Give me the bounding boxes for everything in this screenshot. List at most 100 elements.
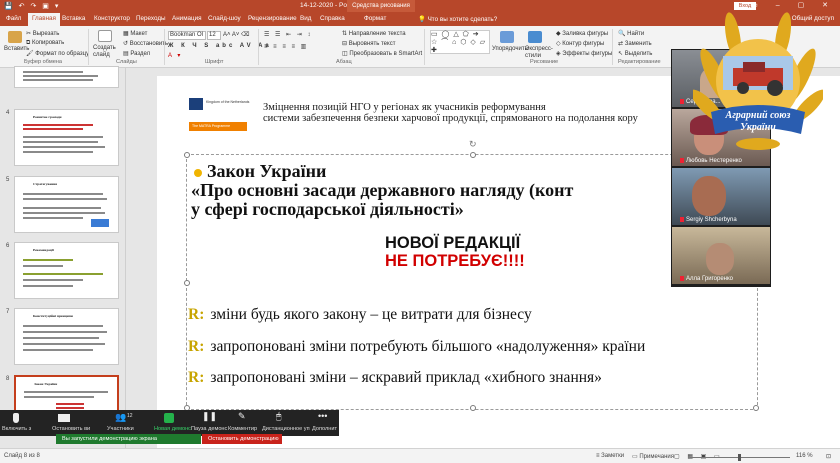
slide-number: 8 <box>6 376 10 382</box>
group-paragraph-label: Абзац <box>336 59 352 65</box>
text-direction-button[interactable]: ⇅ Направление текста <box>342 30 406 37</box>
shapes-gallery[interactable]: ▭ ◯ △ ⬠ ➔ ☆ ⌒ ⌂ ⬡ ◇ ▱ ✚ <box>430 30 490 54</box>
copy-button[interactable]: ⧉ Копировать <box>26 40 64 47</box>
mic-muted-icon <box>680 157 684 163</box>
select-label: Выделить <box>624 51 653 57</box>
section-button[interactable]: ▤ Раздел <box>123 50 150 57</box>
tab-insert[interactable]: Вставка <box>62 15 85 22</box>
new-share-button[interactable]: Новая демонс <box>154 426 191 432</box>
thumbnail-title: Розвиток громади <box>33 115 62 119</box>
shape-effects-button[interactable]: ◈ Эффекты фигуры <box>556 50 612 57</box>
find-button[interactable]: 🔍 Найти <box>618 30 644 37</box>
red-heading-line: НЕ ПОТРЕБУЄ!!!! <box>385 252 525 270</box>
more-button[interactable]: Дополнит <box>312 426 337 432</box>
replace-button[interactable]: ⇄ Заменить <box>618 40 652 47</box>
zoom-slider-thumb[interactable] <box>738 454 741 461</box>
slide-thumbnail[interactable]: Розвиток громади <box>14 109 119 166</box>
select-button[interactable]: ↖ Выделить <box>618 50 652 57</box>
slide-thumbnail[interactable]: Конституційні принципи <box>14 308 119 365</box>
participant-video[interactable]: Sergiy Shcherbyna <box>672 168 770 225</box>
tab-design[interactable]: Конструктор <box>94 15 130 22</box>
tab-file[interactable]: Файл <box>6 15 21 22</box>
group-font-label: Шрифт <box>205 59 224 65</box>
resize-handle[interactable] <box>470 152 476 158</box>
layout-button[interactable]: ▦ Макет <box>123 30 147 37</box>
font-family-select[interactable]: Bookman Ol <box>168 31 206 40</box>
slide-thumbnails-pane: 4 Розвиток громади 5 Стратегування 6 Рек… <box>0 66 126 448</box>
arrange-button[interactable]: Упорядочить <box>492 46 528 52</box>
r-marker: R: <box>188 306 205 323</box>
camera-icon[interactable] <box>58 414 70 422</box>
annotate-icon[interactable]: ✎ <box>238 411 248 421</box>
pause-share-button[interactable]: Пауза демонс <box>191 426 227 432</box>
tell-me-search[interactable]: 💡 Что вы хотите сделать? <box>418 15 497 23</box>
emblem-text-line2: України <box>740 122 776 133</box>
more-icon[interactable]: ••• <box>318 411 328 421</box>
cut-label: Вырезать <box>32 31 60 37</box>
slide-header: Зміцнення позицій НГО у регіонах як учас… <box>263 102 638 124</box>
font-style-buttons[interactable]: Ж К Ч S abc AV Aa <box>168 43 272 49</box>
new-slide-icon[interactable] <box>98 30 112 42</box>
tab-help[interactable]: Справка <box>320 15 345 22</box>
comments-button[interactable]: ▭ Примечания <box>632 453 674 460</box>
participant-count: 12 <box>127 413 133 419</box>
tab-review[interactable]: Рецензирование <box>248 15 297 22</box>
notes-button[interactable]: ≡ Заметки <box>596 453 624 459</box>
participants-button[interactable]: Участники <box>107 426 134 432</box>
tab-slideshow[interactable]: Слайд-шоу <box>208 15 241 22</box>
quick-access-toolbar[interactable]: 💾 ↶ ↷ ▣ ▾ <box>4 2 60 10</box>
reset-button[interactable]: ↺ Восстановить <box>123 40 168 47</box>
fit-slide-icon[interactable]: ⊡ <box>826 453 831 460</box>
microphone-icon[interactable] <box>13 413 19 423</box>
new-slide-button[interactable]: Создать слайд <box>93 45 121 59</box>
text-direction-label: Направление текста <box>348 31 406 37</box>
list-buttons[interactable]: ☰ ☰ ⇤ ⇥ ↕ <box>264 31 312 38</box>
r-point-text: запропоновані зміни потребують більшого … <box>210 338 646 355</box>
smartart-button[interactable]: ◫ Преобразовать в SmartArt <box>342 50 422 57</box>
shape-outline-button[interactable]: ◇ Контур фигуры <box>556 40 604 47</box>
tab-animations[interactable]: Анимация <box>172 15 202 22</box>
tab-transitions[interactable]: Переходы <box>136 15 166 22</box>
paste-icon[interactable] <box>8 31 22 43</box>
participants-icon[interactable]: 👥 <box>115 412 126 422</box>
stop-share-button[interactable]: Остановить демонстрацию <box>202 434 282 444</box>
resize-handle[interactable] <box>184 152 190 158</box>
font-size-select[interactable]: 12 <box>207 31 221 40</box>
slide-thumbnail[interactable]: Рекомендації <box>14 242 119 299</box>
arrange-icon[interactable] <box>500 31 514 43</box>
unmute-button[interactable]: Включить з <box>2 426 31 432</box>
ribbon-divider <box>612 29 613 65</box>
r-point: R: запропоновані зміни – яскравий приклад… <box>188 369 602 387</box>
resize-handle[interactable] <box>753 405 759 411</box>
tab-view[interactable]: Вид <box>300 15 311 22</box>
slide-thumbnail[interactable]: Стратегування <box>14 176 119 233</box>
rotate-handle-icon[interactable]: ↻ <box>469 139 477 150</box>
format-painter-button[interactable]: 🖌 Формат по образцу <box>26 50 89 57</box>
resize-handle[interactable] <box>470 405 476 411</box>
align-text-button[interactable]: ⊟ Выровнять текст <box>342 40 395 47</box>
tab-home[interactable]: Главная <box>28 13 60 26</box>
bullet-dot <box>194 169 202 177</box>
remote-control-icon[interactable]: 🖱 <box>276 411 286 421</box>
shape-outline-label: Контур фигуры <box>562 41 605 47</box>
pause-share-icon[interactable]: ❚❚ <box>202 411 217 421</box>
new-share-icon[interactable] <box>164 413 174 423</box>
screen-share-toolbar: Включить з Остановить ви 👥 12 Участники … <box>0 410 339 436</box>
font-grow-shrink-buttons[interactable]: A˄ A˅ ⌫ <box>223 31 250 38</box>
quick-styles-button[interactable]: Экспресс-стили <box>525 46 553 60</box>
resize-handle[interactable] <box>184 280 190 286</box>
shape-fill-button[interactable]: ◆ Заливка фигуры <box>556 30 608 37</box>
alignment-buttons[interactable]: ≡ ≡ ≡ ≡ ▥ <box>264 43 308 50</box>
participant-name: Любовь Нестеренко <box>680 157 742 164</box>
remote-control-button[interactable]: Дистанционное уп <box>262 426 310 432</box>
thumbnail-title: Рекомендації <box>33 248 54 252</box>
zoom-level[interactable]: 116 % <box>796 453 813 459</box>
participant-video[interactable]: Алла Григоренко <box>672 227 770 284</box>
slide-thumbnail[interactable] <box>14 66 119 88</box>
stop-video-button[interactable]: Остановить ви <box>52 426 90 432</box>
tab-format[interactable]: Формат <box>364 15 386 22</box>
annotate-button[interactable]: Комментир <box>228 426 257 432</box>
font-color-buttons[interactable]: A ▾ <box>168 52 182 59</box>
cut-button[interactable]: ✂ Вырезать <box>26 30 59 37</box>
quick-styles-icon[interactable] <box>528 31 542 43</box>
